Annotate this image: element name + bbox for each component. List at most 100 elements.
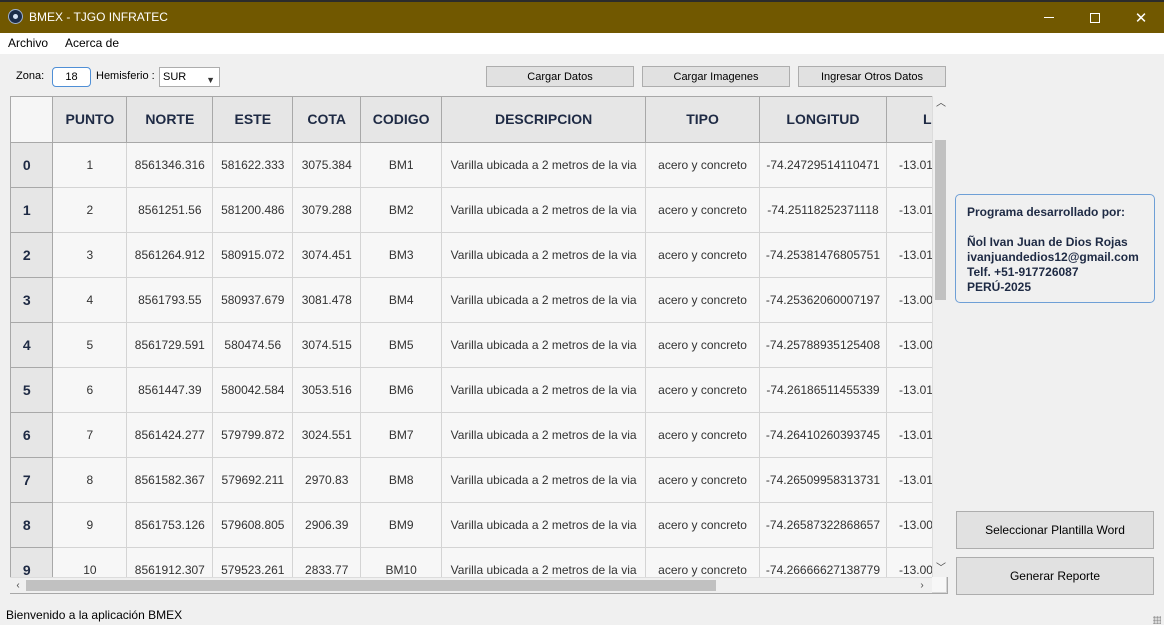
table-cell[interactable]: 8561447.39 bbox=[126, 367, 214, 413]
table-cell[interactable]: -74.26410260393745 bbox=[759, 412, 887, 458]
table-cell[interactable]: Varilla ubicada a 2 metros de la via bbox=[441, 232, 647, 278]
table-cell[interactable]: 5 bbox=[52, 322, 128, 368]
row-header[interactable]: 7 bbox=[11, 457, 54, 503]
table-cell[interactable]: Varilla ubicada a 2 metros de la via bbox=[441, 277, 647, 323]
table-cell[interactable]: 9 bbox=[52, 502, 128, 548]
table-cell[interactable]: -74.25381476805751 bbox=[759, 232, 887, 278]
table-corner[interactable] bbox=[11, 97, 54, 143]
table-cell[interactable]: BM6 bbox=[360, 367, 443, 413]
table-cell[interactable]: 3079.288 bbox=[292, 187, 362, 233]
table-cell[interactable]: 2970.83 bbox=[292, 457, 362, 503]
table-cell[interactable]: -74.26186511455339 bbox=[759, 367, 887, 413]
column-header[interactable]: ESTE bbox=[212, 97, 294, 143]
table-cell[interactable]: 8561264.912 bbox=[126, 232, 214, 278]
table-cell[interactable]: BM4 bbox=[360, 277, 443, 323]
row-header[interactable]: 0 bbox=[11, 142, 54, 188]
column-header[interactable]: NORTE bbox=[126, 97, 214, 143]
row-header[interactable]: 4 bbox=[11, 322, 54, 368]
table-cell[interactable]: 4 bbox=[52, 277, 128, 323]
table-cell[interactable]: Varilla ubicada a 2 metros de la via bbox=[441, 187, 647, 233]
horizontal-scroll-thumb[interactable] bbox=[26, 580, 716, 591]
row-header[interactable]: 1 bbox=[11, 187, 54, 233]
table-cell[interactable]: -74.26509958313731 bbox=[759, 457, 887, 503]
table-cell[interactable]: -74.24729514110471 bbox=[759, 142, 887, 188]
row-header[interactable]: 2 bbox=[11, 232, 54, 278]
table-row[interactable]: 1 2 8561251.56 581200.486 3079.288 BM2 Varilla… bbox=[11, 187, 947, 233]
table-row[interactable]: 0 1 8561346.316 581622.333 3075.384 BM1 Varill… bbox=[11, 142, 947, 188]
table-cell[interactable]: 8561793.55 bbox=[126, 277, 214, 323]
table-row[interactable]: 6 7 8561424.277 579799.872 3024.551 BM7 Varill… bbox=[11, 412, 947, 458]
table-cell[interactable]: BM3 bbox=[360, 232, 443, 278]
column-header[interactable]: TIPO bbox=[645, 97, 760, 143]
table-cell[interactable]: 2 bbox=[52, 187, 128, 233]
table-cell[interactable]: 580937.679 bbox=[212, 277, 294, 323]
resize-grip-icon[interactable] bbox=[1153, 616, 1161, 624]
table-cell[interactable]: 3074.451 bbox=[292, 232, 362, 278]
table-cell[interactable]: BM9 bbox=[360, 502, 443, 548]
table-cell[interactable]: 3024.551 bbox=[292, 412, 362, 458]
table-cell[interactable]: 581200.486 bbox=[212, 187, 294, 233]
table-cell[interactable]: BM7 bbox=[360, 412, 443, 458]
hemisferio-select[interactable]: SUR ▼ bbox=[159, 67, 220, 87]
row-header[interactable]: 5 bbox=[11, 367, 54, 413]
table-cell[interactable]: acero y concreto bbox=[645, 277, 760, 323]
table-cell[interactable]: -74.25118252371118 bbox=[759, 187, 887, 233]
maximize-button[interactable] bbox=[1072, 2, 1118, 33]
menu-archivo[interactable]: Archivo bbox=[8, 36, 48, 50]
table-cell[interactable]: -74.25362060007197 bbox=[759, 277, 887, 323]
generar-reporte-button[interactable]: Generar Reporte bbox=[956, 557, 1154, 595]
table-cell[interactable]: Varilla ubicada a 2 metros de la via bbox=[441, 502, 647, 548]
table-row[interactable]: 2 3 8561264.912 580915.072 3074.451 BM3 Varill… bbox=[11, 232, 947, 278]
table-cell[interactable]: -74.26587322868657 bbox=[759, 502, 887, 548]
vertical-scrollbar[interactable]: ︿ ﹀ bbox=[932, 96, 948, 577]
table-cell[interactable]: 8 bbox=[52, 457, 128, 503]
scroll-up-icon[interactable]: ︿ bbox=[933, 96, 949, 112]
column-header[interactable]: DESCRIPCION bbox=[441, 97, 647, 143]
table-cell[interactable]: Varilla ubicada a 2 metros de la via bbox=[441, 457, 647, 503]
scroll-right-icon[interactable]: › bbox=[914, 578, 930, 594]
table-row[interactable]: 5 6 8561447.39 580042.584 3053.516 BM6 Varilla… bbox=[11, 367, 947, 413]
data-table[interactable]: PUNTO NORTE ESTE COTA CODIGO DESCRIPCION… bbox=[10, 96, 948, 594]
table-row[interactable]: 4 5 8561729.591 580474.56 3074.515 BM5 Varilla… bbox=[11, 322, 947, 368]
table-cell[interactable]: 7 bbox=[52, 412, 128, 458]
table-cell[interactable]: Varilla ubicada a 2 metros de la via bbox=[441, 322, 647, 368]
table-cell[interactable]: 1 bbox=[52, 142, 128, 188]
table-cell[interactable]: acero y concreto bbox=[645, 412, 760, 458]
table-cell[interactable]: Varilla ubicada a 2 metros de la via bbox=[441, 367, 647, 413]
table-row[interactable]: 8 9 8561753.126 579608.805 2906.39 BM9 Varilla… bbox=[11, 502, 947, 548]
table-cell[interactable]: 581622.333 bbox=[212, 142, 294, 188]
table-cell[interactable]: 8561251.56 bbox=[126, 187, 214, 233]
table-cell[interactable]: 580474.56 bbox=[212, 322, 294, 368]
table-cell[interactable]: Varilla ubicada a 2 metros de la via bbox=[441, 142, 647, 188]
table-cell[interactable]: 3 bbox=[52, 232, 128, 278]
table-cell[interactable]: 579608.805 bbox=[212, 502, 294, 548]
table-cell[interactable]: 8561753.126 bbox=[126, 502, 214, 548]
column-header[interactable]: CODIGO bbox=[360, 97, 443, 143]
table-cell[interactable]: acero y concreto bbox=[645, 322, 760, 368]
table-cell[interactable]: 579692.211 bbox=[212, 457, 294, 503]
table-cell[interactable]: 3075.384 bbox=[292, 142, 362, 188]
table-cell[interactable]: 579799.872 bbox=[212, 412, 294, 458]
seleccionar-plantilla-button[interactable]: Seleccionar Plantilla Word bbox=[956, 511, 1154, 549]
table-cell[interactable]: BM5 bbox=[360, 322, 443, 368]
table-row[interactable]: 3 4 8561793.55 580937.679 3081.478 BM4 Varilla… bbox=[11, 277, 947, 323]
minimize-button[interactable] bbox=[1026, 2, 1072, 33]
table-cell[interactable]: acero y concreto bbox=[645, 367, 760, 413]
table-cell[interactable]: 3074.515 bbox=[292, 322, 362, 368]
table-cell[interactable]: acero y concreto bbox=[645, 502, 760, 548]
title-bar[interactable]: BMEX - TJGO INFRATEC ✕ bbox=[0, 2, 1164, 33]
table-cell[interactable]: BM1 bbox=[360, 142, 443, 188]
close-button[interactable]: ✕ bbox=[1118, 2, 1164, 33]
table-cell[interactable]: Varilla ubicada a 2 metros de la via bbox=[441, 412, 647, 458]
table-cell[interactable]: acero y concreto bbox=[645, 232, 760, 278]
table-cell[interactable]: 580915.072 bbox=[212, 232, 294, 278]
menu-acerca-de[interactable]: Acerca de bbox=[65, 36, 119, 50]
cargar-imagenes-button[interactable]: Cargar Imagenes bbox=[642, 66, 790, 87]
table-cell[interactable]: 8561346.316 bbox=[126, 142, 214, 188]
table-cell[interactable]: 2906.39 bbox=[292, 502, 362, 548]
table-cell[interactable]: acero y concreto bbox=[645, 142, 760, 188]
zona-input[interactable]: 18 bbox=[52, 67, 91, 87]
table-cell[interactable]: acero y concreto bbox=[645, 187, 760, 233]
scroll-down-icon[interactable]: ﹀ bbox=[933, 561, 949, 577]
table-cell[interactable]: 8561424.277 bbox=[126, 412, 214, 458]
